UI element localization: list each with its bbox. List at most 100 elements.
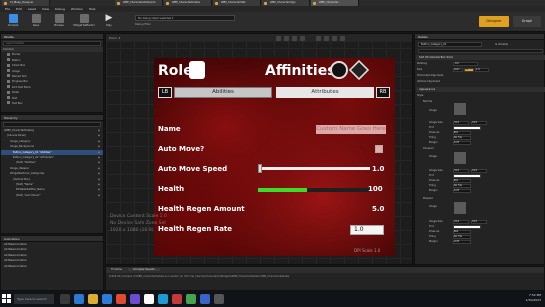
menu-window[interactable]: Window xyxy=(71,7,83,11)
system-clock[interactable]: 7:52 PM 1/30/2023 xyxy=(526,293,541,303)
palette-search-input[interactable]: Search Palette xyxy=(3,41,101,46)
debug-object-select[interactable]: No debug object selected ▾ xyxy=(135,15,235,21)
appearance-section[interactable]: Appearance xyxy=(416,87,545,92)
rb-button[interactable]: RB xyxy=(376,87,390,98)
image-label: Image xyxy=(429,109,437,112)
move-tool-icon[interactable] xyxy=(284,35,289,41)
designer-mode-button[interactable]: Designer xyxy=(479,16,509,27)
menu-view[interactable]: View xyxy=(42,7,49,11)
slider-handle[interactable] xyxy=(258,164,262,173)
edge-icon[interactable] xyxy=(74,294,84,304)
visibility-eye-icon[interactable]: ◉ xyxy=(98,193,100,198)
slot-section[interactable]: Slot (Horizontal Box Slot) xyxy=(416,55,545,60)
tint-color-swatch[interactable] xyxy=(453,225,481,229)
blueprint-icon xyxy=(117,1,120,5)
windows-start-icon[interactable] xyxy=(2,294,12,304)
image-size-y-input[interactable]: 32.0 xyxy=(471,169,487,173)
image-size-y-input[interactable]: 32.0 xyxy=(471,121,487,125)
name-input[interactable]: Custom Name Goes Here xyxy=(316,125,386,134)
margin-label: Margin xyxy=(429,189,438,192)
image-size-label: Image Size xyxy=(429,169,443,172)
compile-button[interactable]: Compile xyxy=(2,13,24,31)
menu-debug[interactable]: Debug xyxy=(55,7,65,11)
widget-name-field[interactable]: Button_Category_01 xyxy=(418,42,482,47)
auto-move-speed-slider[interactable] xyxy=(258,167,370,170)
normal-image-swatch[interactable] xyxy=(453,102,467,116)
chrome-icon[interactable] xyxy=(116,294,126,304)
size-fill-button[interactable]: Fill xyxy=(464,68,474,72)
menu-asset[interactable]: Asset xyxy=(28,7,36,11)
draw-as-select[interactable]: Box xyxy=(453,179,471,183)
browse-button[interactable]: Browse xyxy=(48,13,70,31)
app-icon[interactable] xyxy=(130,294,140,304)
lb-button[interactable]: LB xyxy=(158,87,172,98)
menu-file[interactable]: File xyxy=(5,7,10,11)
health-regen-rate-spinbox[interactable]: 1.0 xyxy=(350,225,384,235)
palette-item[interactable]: Text Box xyxy=(1,101,103,106)
tint-color-swatch[interactable] xyxy=(453,174,481,178)
tab-attributes[interactable]: Attributes xyxy=(276,87,374,98)
size-label: Size xyxy=(417,68,423,71)
hierarchy-item[interactable]: [Text] "Auto Move?" ◉ xyxy=(1,193,103,198)
affinity-emblem-icon xyxy=(330,61,348,79)
hierarchy-panel: Hierarchy [WBP_CharacterDetails] ◉ [Canva… xyxy=(0,114,104,234)
size-value-input[interactable]: 1.0 xyxy=(475,68,489,72)
tint-color-swatch[interactable] xyxy=(453,126,481,130)
tint-label: Tint xyxy=(429,126,434,129)
grid-snap-icon[interactable] xyxy=(292,35,297,41)
tiling-select[interactable]: No Tile xyxy=(453,235,471,239)
file-explorer-icon[interactable] xyxy=(88,294,98,304)
menu-help[interactable]: Help xyxy=(89,7,96,11)
store-icon[interactable] xyxy=(102,294,112,304)
fill-screen-icon[interactable] xyxy=(324,35,329,41)
affinities-title: Affinities xyxy=(265,63,336,79)
margin-input[interactable]: 0.25 xyxy=(453,141,471,145)
app-icon[interactable] xyxy=(200,294,210,304)
app-icon[interactable] xyxy=(214,294,224,304)
tiling-select[interactable]: No Tile xyxy=(453,184,471,188)
margin-input[interactable]: 0.25 xyxy=(453,240,471,244)
margin-input[interactable]: 0.25 xyxy=(453,189,471,193)
details-search-input[interactable] xyxy=(418,49,543,53)
character-details-widget: Role Affinities LB Abilities Attributes … xyxy=(154,58,395,256)
animation-item[interactable]: AddNewAnimation xyxy=(1,264,103,269)
affinity-diamond-icon xyxy=(348,59,370,81)
graph-mode-button[interactable]: Graph xyxy=(513,16,541,27)
app-icon[interactable] xyxy=(186,294,196,304)
screen-size-icon[interactable] xyxy=(316,35,321,41)
widget-reflector-button[interactable]: Widget Reflector xyxy=(71,13,97,31)
debug-filter-label: Debug Filter xyxy=(135,23,151,26)
draw-as-select[interactable]: Box xyxy=(453,131,471,135)
hovered-image-swatch[interactable] xyxy=(453,151,467,165)
auto-move-checkbox[interactable] xyxy=(375,145,383,153)
tab-compiler-results[interactable]: Compiler Results xyxy=(127,268,160,271)
tab-abilities[interactable]: Abilities xyxy=(174,87,272,98)
preview-icon[interactable] xyxy=(340,35,345,41)
task-view-icon[interactable] xyxy=(60,294,70,304)
save-button[interactable]: Save xyxy=(25,13,47,31)
is-variable-checkbox[interactable]: Is Variable xyxy=(495,43,508,46)
auto-move-speed-label: Auto Move Speed xyxy=(158,165,228,173)
image-size-y-input[interactable]: 32.0 xyxy=(471,220,487,224)
designer-canvas[interactable]: Zoom -3 Role Affinities LB Abilities Att… xyxy=(105,33,413,265)
hierarchy-search-input[interactable] xyxy=(3,122,101,127)
image-size-x-input[interactable]: 32.0 xyxy=(453,169,469,173)
pressed-image-swatch[interactable] xyxy=(453,201,467,215)
select-tool-icon[interactable] xyxy=(276,35,281,41)
draw-as-select[interactable]: Box xyxy=(453,230,471,234)
play-button[interactable]: ▶ Play xyxy=(98,13,120,31)
padding-input[interactable]: 0.0 xyxy=(453,62,478,66)
menu-edit[interactable]: Edit xyxy=(16,7,22,11)
image-size-x-input[interactable]: 32.0 xyxy=(453,121,469,125)
size-auto-button[interactable]: Auto xyxy=(453,68,463,72)
dpi-icon[interactable] xyxy=(332,35,337,41)
taskbar-search-input[interactable]: Type here to search xyxy=(14,294,54,304)
tab-timeline[interactable]: Timeline xyxy=(106,268,127,271)
visual-studio-icon[interactable] xyxy=(158,294,168,304)
tiling-select[interactable]: No Tile xyxy=(453,136,471,140)
image-size-x-input[interactable]: 32.0 xyxy=(453,220,469,224)
app-icon[interactable] xyxy=(172,294,182,304)
widget-icon xyxy=(7,85,10,89)
unreal-engine-icon[interactable] xyxy=(144,294,154,304)
rotation-snap-icon[interactable] xyxy=(300,35,305,41)
